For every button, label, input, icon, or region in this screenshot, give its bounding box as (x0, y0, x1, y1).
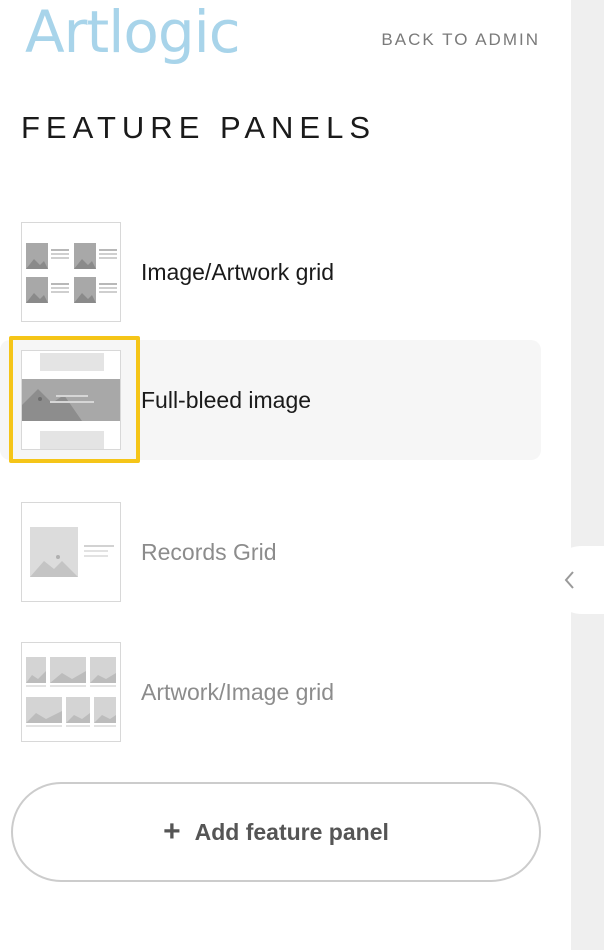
full-bleed-image-thumbnail (21, 350, 121, 450)
panel-item-records-grid[interactable]: Records Grid (0, 492, 541, 612)
records-grid-thumbnail (21, 502, 121, 602)
panel-item-full-bleed-image[interactable]: Full-bleed image (0, 340, 541, 460)
back-to-admin-link[interactable]: BACK TO ADMIN (381, 30, 540, 50)
panel-item-artwork-image-grid[interactable]: Artwork/Image grid (0, 632, 541, 752)
collapse-sidebar-button[interactable] (548, 546, 604, 614)
page-title: FEATURE PANELS (21, 110, 377, 145)
panel-label: Artwork/Image grid (141, 678, 335, 705)
logo-text: Artlogic (25, 0, 241, 66)
add-feature-panel-label: Add feature panel (194, 818, 389, 845)
panel-label: Records Grid (141, 538, 277, 565)
image-artwork-grid-thumbnail (21, 222, 121, 322)
artlogic-logo[interactable]: Artlogic (25, 0, 241, 72)
plus-icon: + (163, 815, 181, 848)
chevron-left-icon (564, 571, 574, 589)
right-panel-strip (571, 0, 604, 950)
artwork-image-grid-thumbnail (21, 642, 121, 742)
panel-label: Full-bleed image (141, 386, 312, 413)
panel-item-image-artwork-grid[interactable]: Image/Artwork grid (0, 212, 541, 332)
panel-label: Image/Artwork grid (141, 258, 335, 285)
add-feature-panel-button[interactable]: + Add feature panel (11, 782, 541, 882)
